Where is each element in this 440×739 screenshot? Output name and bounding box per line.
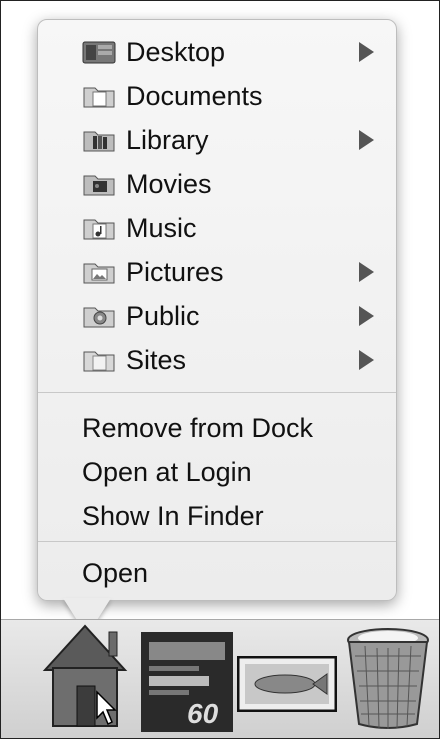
desktop-folder-icon (82, 38, 116, 66)
documents-folder-icon (82, 82, 116, 110)
menu-item-label: Show In Finder (82, 500, 264, 531)
menu-item-library[interactable]: Library (38, 118, 396, 162)
trash-icon[interactable] (345, 626, 431, 735)
submenu-arrow-icon (359, 350, 374, 370)
menu-item-label: Open at Login (82, 456, 252, 487)
menu-item-label: Public (126, 300, 200, 331)
submenu-arrow-icon (359, 130, 374, 150)
pictures-folder-icon (82, 258, 116, 286)
submenu-arrow-icon (359, 262, 374, 282)
open-at-login-item[interactable]: Open at Login (38, 450, 396, 494)
menu-item-label: Sites (126, 344, 187, 375)
menu-item-label: Desktop (126, 36, 226, 67)
menu-item-label: Pictures (126, 256, 224, 287)
menu-item-public[interactable]: Public (38, 294, 396, 338)
sites-folder-icon (82, 346, 116, 374)
submenu-arrow-icon (359, 306, 374, 326)
menu-item-pictures[interactable]: Pictures (38, 250, 396, 294)
menu-item-music[interactable]: Music (38, 206, 396, 250)
menu-item-label: Movies (126, 168, 212, 199)
menu-separator (38, 541, 396, 542)
menu-item-label: Remove from Dock (82, 412, 314, 443)
submenu-arrow-icon (359, 42, 374, 62)
book-cover-thumbnail[interactable]: 60 (141, 632, 233, 737)
home-folder-icon[interactable] (39, 622, 131, 737)
menu-item-label: Library (126, 124, 209, 155)
screenshot-frame: Desktop Documents Library Movies Music P… (0, 0, 440, 739)
menu-item-label: Open (82, 557, 149, 588)
library-folder-icon (82, 126, 116, 154)
show-in-finder-item[interactable]: Show In Finder (38, 494, 396, 538)
remove-from-dock-item[interactable]: Remove from Dock (38, 406, 396, 450)
music-folder-icon (82, 214, 116, 242)
open-item[interactable]: Open (38, 551, 396, 595)
menu-item-desktop[interactable]: Desktop (38, 30, 396, 74)
menu-item-movies[interactable]: Movies (38, 162, 396, 206)
menu-item-sites[interactable]: Sites (38, 338, 396, 382)
dock: 60 (1, 619, 439, 738)
public-folder-icon (82, 302, 116, 330)
movies-folder-icon (82, 170, 116, 198)
menu-separator (38, 392, 396, 393)
dock-context-menu: Desktop Documents Library Movies Music P… (37, 19, 397, 601)
menu-item-documents[interactable]: Documents (38, 74, 396, 118)
menu-item-label: Documents (126, 80, 263, 111)
menu-item-label: Music (126, 212, 197, 243)
fish-image-thumbnail[interactable] (236, 655, 338, 717)
book-number-label: 60 (187, 698, 219, 729)
